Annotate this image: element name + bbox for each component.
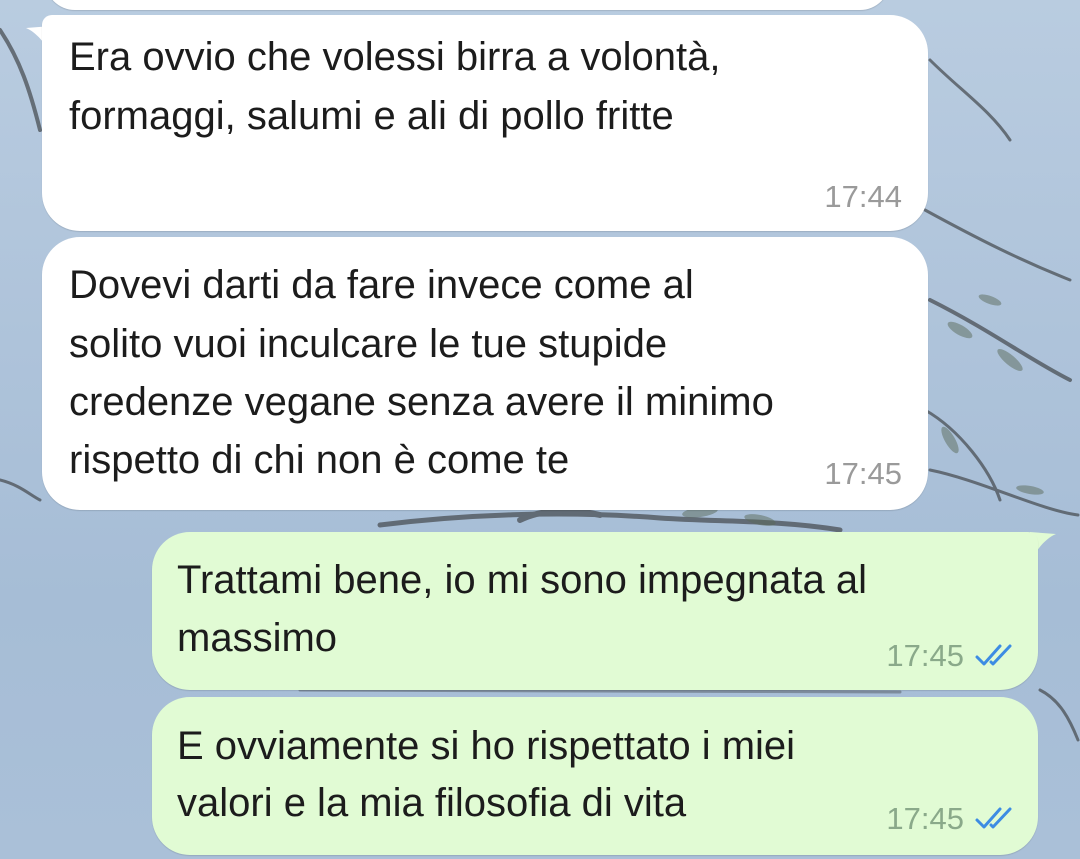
previous-message-edge bbox=[45, 0, 890, 10]
message-time: 17:45 bbox=[886, 638, 964, 673]
message-meta: 17:45 bbox=[886, 638, 1014, 674]
message-bubble-outgoing[interactable]: Trattami bene, io mi sono impegnata al m… bbox=[152, 532, 1038, 690]
double-check-read-icon bbox=[975, 644, 1012, 666]
message-bubble-incoming[interactable]: Dovevi darti da fare invece come al soli… bbox=[42, 237, 928, 510]
message-text-line: E ovviamente si ho rispettato i miei bbox=[177, 724, 796, 768]
message-meta: 17:44 bbox=[824, 179, 902, 215]
message-bubble-incoming[interactable]: Era ovvio che volessi birra a volontà, f… bbox=[42, 15, 928, 231]
message-text-line: formaggi, salumi e ali di pollo fritte bbox=[69, 94, 674, 138]
message-time: 17:45 bbox=[886, 801, 964, 836]
message-text-line: solito vuoi inculcare le tue stupide bbox=[69, 322, 668, 366]
message-text-line: Dovevi darti da fare invece come al bbox=[69, 263, 694, 307]
message-text-line: Era ovvio che volessi birra a volontà, bbox=[69, 35, 721, 79]
double-check-read-icon bbox=[975, 807, 1012, 829]
message-bubble-outgoing[interactable]: E ovviamente si ho rispettato i miei val… bbox=[152, 697, 1038, 855]
message-meta: 17:45 bbox=[886, 801, 1014, 837]
message-text-line: rispetto di chi non è come te bbox=[69, 438, 570, 482]
message-text-line: credenze vegane senza avere il minimo bbox=[69, 380, 774, 424]
message-time: 17:45 bbox=[824, 456, 902, 491]
message-time: 17:44 bbox=[824, 179, 902, 214]
message-meta: 17:45 bbox=[824, 456, 902, 492]
message-text-line: Trattami bene, io mi sono impegnata al bbox=[177, 558, 867, 602]
